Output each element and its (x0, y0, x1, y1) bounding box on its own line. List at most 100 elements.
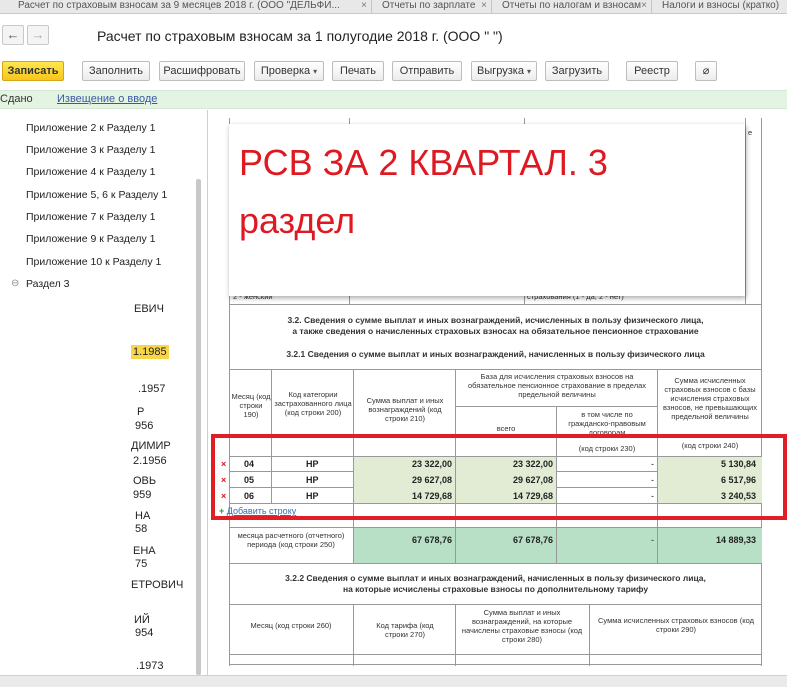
tab-label: Отчеты по налогам и взносам (502, 0, 642, 11)
tree-scrollbar[interactable] (196, 179, 201, 675)
chevron-down-icon: ▾ (526, 67, 531, 76)
section-3-2-1-heading: 3.2.1 Сведения о сумме выплат и иных воз… (286, 349, 705, 359)
person-birthdate-fragment: 954 (135, 627, 154, 639)
close-icon[interactable]: × (641, 0, 647, 11)
chevron-down-icon: ▾ (313, 67, 318, 76)
col-base-total-header: всего (496, 424, 516, 433)
notice-link[interactable]: Извещение о вводе (57, 93, 157, 105)
section-3-2-2-heading-cont: на которые исчислены страховые взносы по… (342, 584, 649, 594)
person-name-fragment: ЕТРОВИЧ (131, 579, 184, 591)
table-gridline (229, 654, 762, 655)
back-button[interactable]: ← (2, 25, 24, 45)
attach-button[interactable]: ⌀ (695, 61, 717, 81)
fill-button[interactable]: Заполнить (82, 61, 150, 81)
col-base-header: База для исчисления страховых взносов на… (467, 372, 647, 399)
total-gpd: - (651, 535, 654, 545)
person-birthdate-fragment: .1957 (138, 383, 166, 395)
t2-contrib-header: Сумма исчисленных страховых взносов (код… (598, 616, 754, 634)
annotation-title: РСВ ЗА 2 КВАРТАЛ. 3 (239, 142, 608, 183)
export-label: Выгрузка (477, 65, 524, 77)
col-sum-header: Сумма выплат и иных вознаграждений (код … (366, 396, 444, 423)
person-birthdate-fragment: 58 (135, 523, 148, 535)
print-button[interactable]: Печать (332, 61, 384, 81)
table-gridline (229, 664, 762, 665)
t2-month-header: Месяц (код строки 260) (250, 621, 332, 630)
highlight-frame (211, 434, 787, 520)
close-icon[interactable]: × (361, 0, 367, 11)
person-name-fragment: ДИМИР (131, 440, 171, 452)
arrow-right-icon: → (31, 27, 45, 42)
person-name-fragment: ЕВИЧ (134, 303, 164, 315)
tab-label: Налоги и взносы (кратко) (662, 0, 780, 11)
check-button[interactable]: Проверка ▾ (254, 61, 324, 81)
tree-item-section-3[interactable]: Раздел 3 (26, 278, 69, 290)
form-gridline (229, 304, 762, 305)
tab-label: Отчеты по зарплате (382, 0, 476, 11)
col-month-header: Месяц (код строки 190) (231, 392, 271, 419)
person-birthdate-fragment: 959 (133, 489, 152, 501)
t2-sum-header: Сумма выплат и иных вознаграждений, на к… (461, 608, 583, 644)
col-contrib-header: Сумма исчисленных страховых взносов с ба… (663, 376, 757, 421)
bottom-scrollbar[interactable] (0, 675, 787, 687)
table-gridline (229, 604, 762, 605)
total-base: 67 678,76 (512, 535, 553, 545)
tab-tax-reports[interactable]: Отчеты по налогам и взносам × (494, 0, 652, 13)
form-gridline (745, 118, 746, 304)
person-name-fragment: ОВЬ (133, 475, 157, 487)
tree-item-appendix-4[interactable]: Приложение 4 к Разделу 1 (26, 166, 155, 178)
collapse-icon[interactable]: ⊖ (11, 278, 19, 289)
total-cell-bg (456, 528, 556, 563)
panel-divider[interactable] (207, 110, 208, 687)
col-base-gpd-header: в том числе по гражданско-правовым догов… (568, 410, 646, 437)
page-title: Расчет по страховым взносам за 1 полугод… (97, 28, 503, 44)
check-label: Проверка (260, 65, 311, 77)
section-3-2-2-heading: 3.2.2 Сведения о сумме выплат и иных воз… (285, 573, 706, 583)
tree-item-appendix-5-6[interactable]: Приложение 5, 6 к Разделу 1 (26, 189, 167, 201)
tab-taxes-brief[interactable]: Налоги и взносы (кратко) (654, 0, 787, 13)
total-sum: 67 678,76 (411, 535, 452, 545)
tab-salary-reports[interactable]: Отчеты по зарплате × (374, 0, 492, 13)
tree-item-appendix-7[interactable]: Приложение 7 к Разделу 1 (26, 211, 155, 223)
close-icon[interactable]: × (481, 0, 487, 11)
table-gridline (229, 563, 762, 564)
table-gridline (589, 604, 590, 666)
decode-button[interactable]: Расшифровать (159, 61, 245, 81)
tree-item-appendix-9[interactable]: Приложение 9 к Разделу 1 (26, 233, 155, 245)
section-3-2-heading-cont: а также сведения о начисленных страховых… (292, 326, 699, 336)
tab-rsv-9-months[interactable]: Расчет по страховым взносам за 9 месяцев… (10, 0, 372, 13)
tab-strip: Расчет по страховым взносам за 9 месяцев… (0, 0, 787, 14)
send-button[interactable]: Отправить (392, 61, 462, 81)
tree-item-appendix-3[interactable]: Приложение 3 к Разделу 1 (26, 144, 155, 156)
person-name-fragment: ИЙ (134, 614, 150, 626)
tree-item-appendix-2[interactable]: Приложение 2 к Разделу 1 (26, 122, 155, 134)
record-button[interactable]: Записать (2, 61, 64, 81)
person-name-fragment: ЕНА (133, 545, 156, 557)
person-birthdate-fragment: 75 (135, 558, 148, 570)
table-gridline (353, 604, 354, 666)
person-birthdate-fragment: 1.1985 (131, 345, 169, 359)
table-gridline (229, 369, 762, 370)
section-3-2-heading: 3.2. Сведения о сумме выплат и иных возн… (287, 315, 704, 325)
total-contrib: 14 889,33 (715, 535, 756, 545)
person-birthdate-fragment: .1973 (136, 660, 164, 672)
total-cell-bg (557, 528, 657, 563)
load-button[interactable]: Загрузить (545, 61, 609, 81)
person-name-fragment: Р (137, 406, 145, 418)
t2-tariff-header: Код тарифа (код строки 270) (376, 621, 434, 639)
person-name-fragment: НА (135, 510, 151, 522)
status-badge: Сдано (0, 93, 33, 105)
total-cell-bg (354, 528, 455, 563)
person-birthdate-fragment: 2.1956 (133, 455, 167, 467)
arrow-left-icon: ← (6, 27, 20, 42)
right-column-fragment: е (748, 128, 753, 137)
table-gridline (455, 604, 456, 666)
person-birthdate-fragment: 956 (135, 420, 154, 432)
registry-button[interactable]: Реестр (626, 61, 678, 81)
export-button[interactable]: Выгрузка ▾ (471, 61, 537, 81)
tree-item-appendix-10[interactable]: Приложение 10 к Разделу 1 (26, 256, 161, 268)
highlighted-date: 1.1985 (131, 345, 169, 359)
tab-label: Расчет по страховым взносам за 9 месяцев… (18, 0, 340, 11)
forward-button[interactable]: → (27, 25, 49, 45)
col-category-header: Код категории застрахованного лица (код … (274, 390, 352, 417)
paperclip-icon: ⌀ (702, 65, 710, 77)
